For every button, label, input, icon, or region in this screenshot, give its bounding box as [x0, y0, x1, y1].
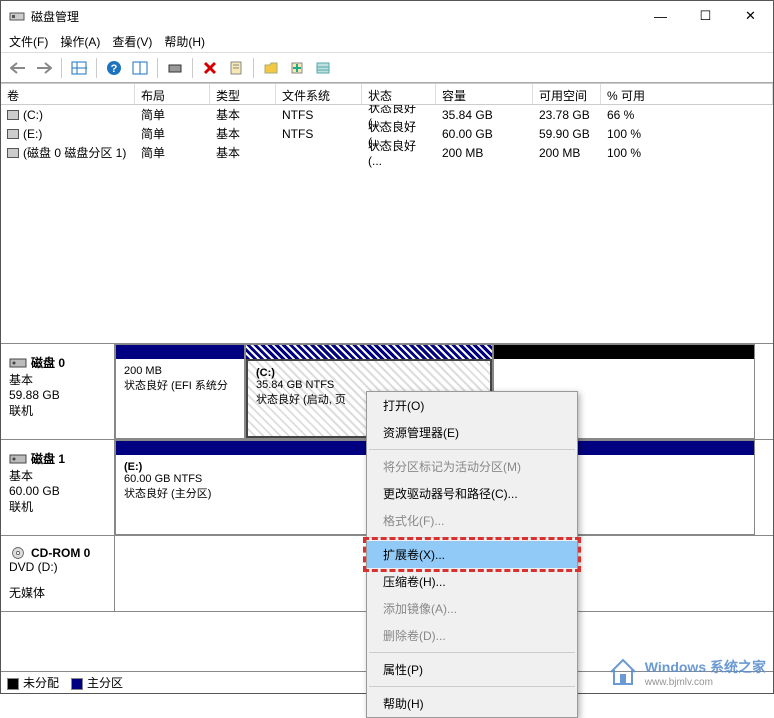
context-menu: 打开(O)资源管理器(E) 将分区标记为活动分区(M)更改驱动器号和路径(C)..…: [366, 391, 578, 718]
toolbar-separator: [253, 58, 254, 78]
context-menu-item[interactable]: 更改驱动器号和路径(C)...: [367, 480, 577, 507]
delete-icon[interactable]: [199, 57, 221, 79]
context-menu-item[interactable]: 压缩卷(H)...: [367, 568, 577, 595]
col-type[interactable]: 类型: [210, 84, 276, 104]
context-menu-item: 删除卷(D)...: [367, 622, 577, 649]
titlebar: 磁盘管理 — ☐ ✕: [1, 1, 773, 31]
back-button[interactable]: [7, 57, 29, 79]
context-menu-item[interactable]: 资源管理器(E): [367, 419, 577, 446]
menu-action[interactable]: 操作(A): [60, 33, 100, 50]
toolbar-separator: [192, 58, 193, 78]
window-controls: — ☐ ✕: [638, 1, 773, 31]
context-menu-item[interactable]: 扩展卷(X)...: [367, 541, 577, 568]
context-menu-separator: [369, 537, 575, 538]
disk-info: CD-ROM 0 DVD (D:) 无媒体: [1, 536, 115, 611]
col-layout[interactable]: 布局: [135, 84, 210, 104]
disk-info: 磁盘 0 基本 59.88 GB 联机: [1, 344, 115, 439]
partition[interactable]: 200 MB 状态良好 (EFI 系统分: [115, 344, 245, 439]
properties-icon[interactable]: [225, 57, 247, 79]
col-capacity[interactable]: 容量: [436, 84, 533, 104]
watermark-sub: www.bjmlv.com: [645, 677, 766, 688]
settings-panel-button[interactable]: [129, 57, 151, 79]
disk-info: 磁盘 1 基本 60.00 GB 联机: [1, 440, 115, 535]
window-title: 磁盘管理: [31, 8, 638, 25]
context-menu-item[interactable]: 属性(P): [367, 656, 577, 683]
col-pct[interactable]: % 可用: [601, 84, 773, 104]
forward-button[interactable]: [33, 57, 55, 79]
help-button[interactable]: ?: [103, 57, 125, 79]
menu-view[interactable]: 查看(V): [112, 33, 152, 50]
col-fs[interactable]: 文件系统: [276, 84, 362, 104]
house-icon: [607, 656, 639, 688]
toolbar-separator: [96, 58, 97, 78]
maximize-button[interactable]: ☐: [683, 1, 728, 31]
volume-list-header: 卷 布局 类型 文件系统 状态 容量 可用空间 % 可用: [1, 83, 773, 105]
context-menu-separator: [369, 449, 575, 450]
folder-icon[interactable]: [260, 57, 282, 79]
close-button[interactable]: ✕: [728, 1, 773, 31]
app-icon: [9, 8, 25, 24]
new-icon[interactable]: [286, 57, 308, 79]
context-menu-item: 将分区标记为活动分区(M): [367, 453, 577, 480]
context-menu-item[interactable]: 打开(O): [367, 392, 577, 419]
toolbar: ?: [1, 53, 773, 83]
col-volume[interactable]: 卷: [1, 84, 135, 104]
table-row[interactable]: (磁盘 0 磁盘分区 1)简单基本状态良好 (...200 MB200 MB10…: [1, 143, 773, 162]
minimize-button[interactable]: —: [638, 1, 683, 31]
toolbar-separator: [157, 58, 158, 78]
context-menu-item: 添加镜像(A)...: [367, 595, 577, 622]
context-menu-separator: [369, 686, 575, 687]
view-panel-button[interactable]: [68, 57, 90, 79]
watermark: Windows 系统之家 www.bjmlv.com: [607, 656, 766, 688]
menubar: 文件(F) 操作(A) 查看(V) 帮助(H): [1, 31, 773, 53]
context-menu-item[interactable]: 帮助(H): [367, 690, 577, 717]
svg-text:?: ?: [111, 63, 118, 75]
list-icon[interactable]: [312, 57, 334, 79]
watermark-text: Windows 系统之家: [645, 657, 766, 677]
col-status[interactable]: 状态: [362, 84, 436, 104]
refresh-button[interactable]: [164, 57, 186, 79]
context-menu-separator: [369, 652, 575, 653]
menu-help[interactable]: 帮助(H): [164, 33, 205, 50]
legend-primary: 主分区: [71, 674, 123, 691]
menu-file[interactable]: 文件(F): [9, 33, 48, 50]
col-free[interactable]: 可用空间: [533, 84, 601, 104]
context-menu-item: 格式化(F)...: [367, 507, 577, 534]
toolbar-separator: [61, 58, 62, 78]
volume-list[interactable]: (C:)简单基本NTFS状态良好 (...35.84 GB23.78 GB66 …: [1, 105, 773, 343]
legend-unallocated: 未分配: [7, 674, 59, 691]
